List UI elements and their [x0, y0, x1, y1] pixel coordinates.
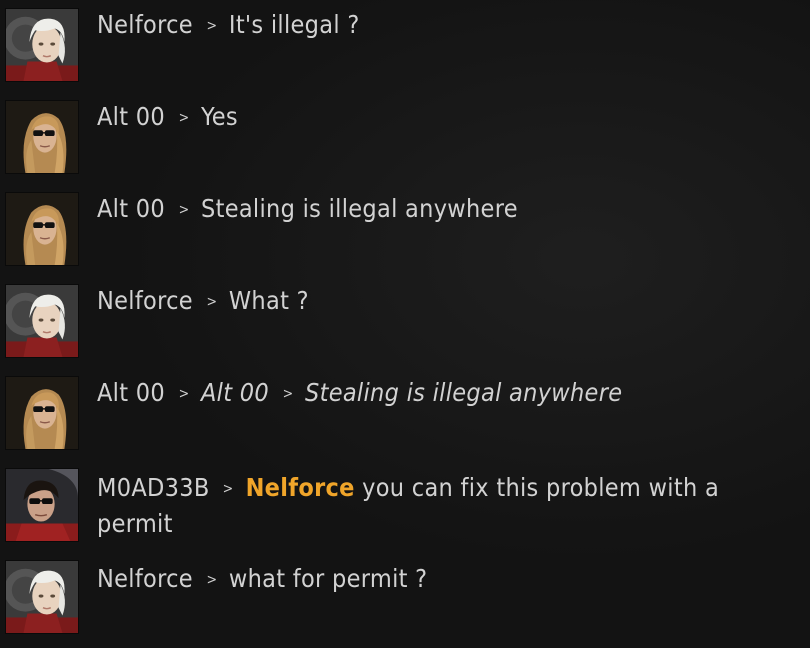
portrait-blonde-sunglasses-icon[interactable] [5, 376, 79, 450]
sender-name[interactable]: M0AD33B [97, 473, 210, 502]
separator-icon: > [222, 481, 234, 497]
sender-name[interactable]: Alt 00 [97, 194, 165, 223]
portrait-dark-hair-sunglasses-icon[interactable] [5, 468, 79, 542]
portrait-white-hair-icon[interactable] [5, 560, 79, 634]
sender-name[interactable]: Nelforce [97, 564, 193, 593]
sender-name[interactable]: Nelforce [97, 286, 193, 315]
separator-icon: > [206, 294, 218, 310]
separator-icon: > [206, 18, 218, 34]
message-body: what for permit ? [228, 564, 428, 593]
separator-icon: > [178, 110, 190, 126]
portrait-blonde-sunglasses-icon[interactable] [5, 100, 79, 174]
message-text: Alt 00 > Alt 00 > Stealing is illegal anywhe… [97, 375, 797, 415]
sender-name[interactable]: Alt 00 [97, 102, 165, 131]
message-text: Alt 00 > Stealing is illegal anywhere [97, 191, 797, 231]
portrait-white-hair-icon[interactable] [5, 8, 79, 82]
message-body: you can fix this problem with a [362, 473, 720, 502]
message-body: It's illegal ? [228, 10, 360, 39]
quoted-sender: Alt 00 [201, 378, 269, 407]
separator-icon: > [282, 386, 294, 402]
portrait-white-hair-icon[interactable] [5, 284, 79, 358]
message-text: Alt 00 > Yes [97, 99, 797, 139]
separator-icon: > [178, 386, 190, 402]
message-body: What ? [228, 286, 309, 315]
message-text: Nelforce > what for permit ? [97, 561, 797, 601]
sender-name[interactable]: Alt 00 [97, 378, 165, 407]
message-text: Nelforce > What ? [97, 283, 797, 323]
message-body: Yes [201, 102, 238, 131]
message-text-continuation: permit [97, 506, 797, 542]
mention-link[interactable]: Nelforce [246, 473, 355, 502]
message-body: Stealing is illegal anywhere [201, 194, 518, 223]
message-text: M0AD33B > Nelforce you can fix this proble… [97, 470, 794, 510]
message-body: permit [97, 509, 173, 538]
separator-icon: > [206, 572, 218, 588]
portrait-blonde-sunglasses-icon[interactable] [5, 192, 79, 266]
separator-icon: > [178, 202, 190, 218]
sender-name[interactable]: Nelforce [97, 10, 193, 39]
message-text: Nelforce > It's illegal ? [97, 7, 797, 47]
chat-log: Nelforce > It's illegal ? Alt 00 > Yes A… [0, 0, 810, 648]
quoted-message-body: Stealing is illegal anywhere [305, 378, 623, 407]
